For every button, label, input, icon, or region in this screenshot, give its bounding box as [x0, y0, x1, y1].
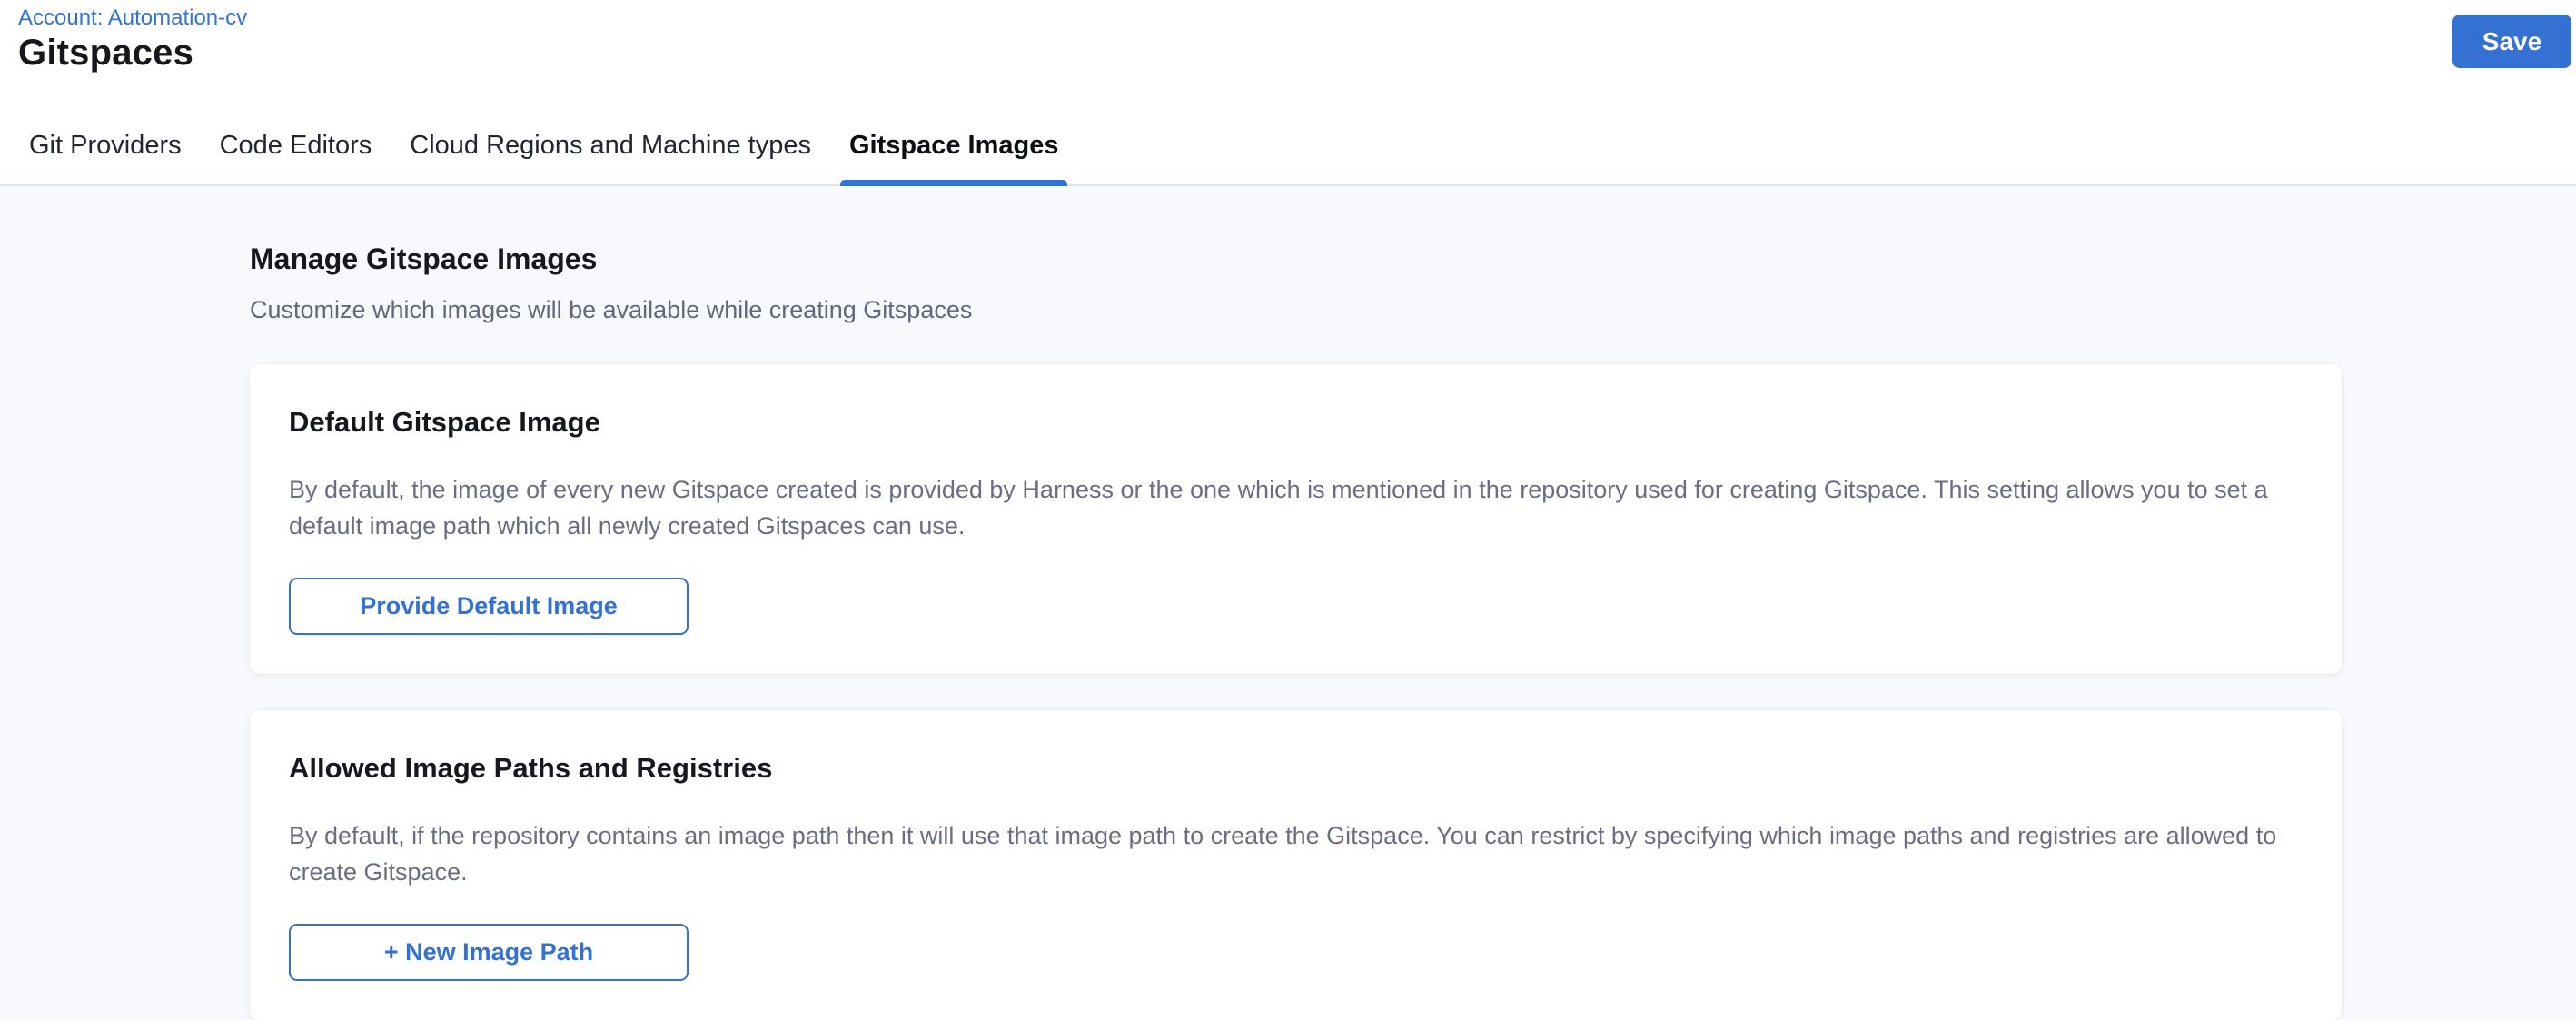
tab-gitspace-images[interactable]: Gitspace Images [840, 131, 1068, 184]
card-description: By default, if the repository contains a… [289, 817, 2303, 890]
page-title: Gitspaces [18, 33, 193, 74]
save-button[interactable]: Save [2452, 15, 2571, 68]
tab-git-providers[interactable]: Git Providers [20, 131, 191, 184]
provide-default-image-button[interactable]: Provide Default Image [289, 578, 689, 635]
card-title: Default Gitspace Image [289, 406, 2303, 439]
card-description: By default, the image of every new Gitsp… [289, 471, 2303, 544]
default-gitspace-image-card: Default Gitspace Image By default, the i… [250, 364, 2342, 674]
section-subheading: Customize which images will be available… [250, 296, 2342, 324]
section-heading: Manage Gitspace Images [250, 243, 2342, 276]
tab-code-editors[interactable]: Code Editors [211, 131, 381, 184]
tab-cloud-regions-machine-types[interactable]: Cloud Regions and Machine types [401, 131, 820, 184]
card-title: Allowed Image Paths and Registries [289, 752, 2303, 785]
main-content: Manage Gitspace Images Customize which i… [0, 186, 2576, 1020]
account-breadcrumb-link[interactable]: Account: Automation-cv [18, 5, 247, 31]
page-header: Account: Automation-cv Gitspaces Save Gi… [0, 0, 2576, 186]
allowed-image-paths-card: Allowed Image Paths and Registries By de… [250, 710, 2342, 1020]
settings-tab-bar: Git Providers Code Editors Cloud Regions… [20, 131, 1067, 184]
new-image-path-button[interactable]: + New Image Path [289, 924, 689, 981]
